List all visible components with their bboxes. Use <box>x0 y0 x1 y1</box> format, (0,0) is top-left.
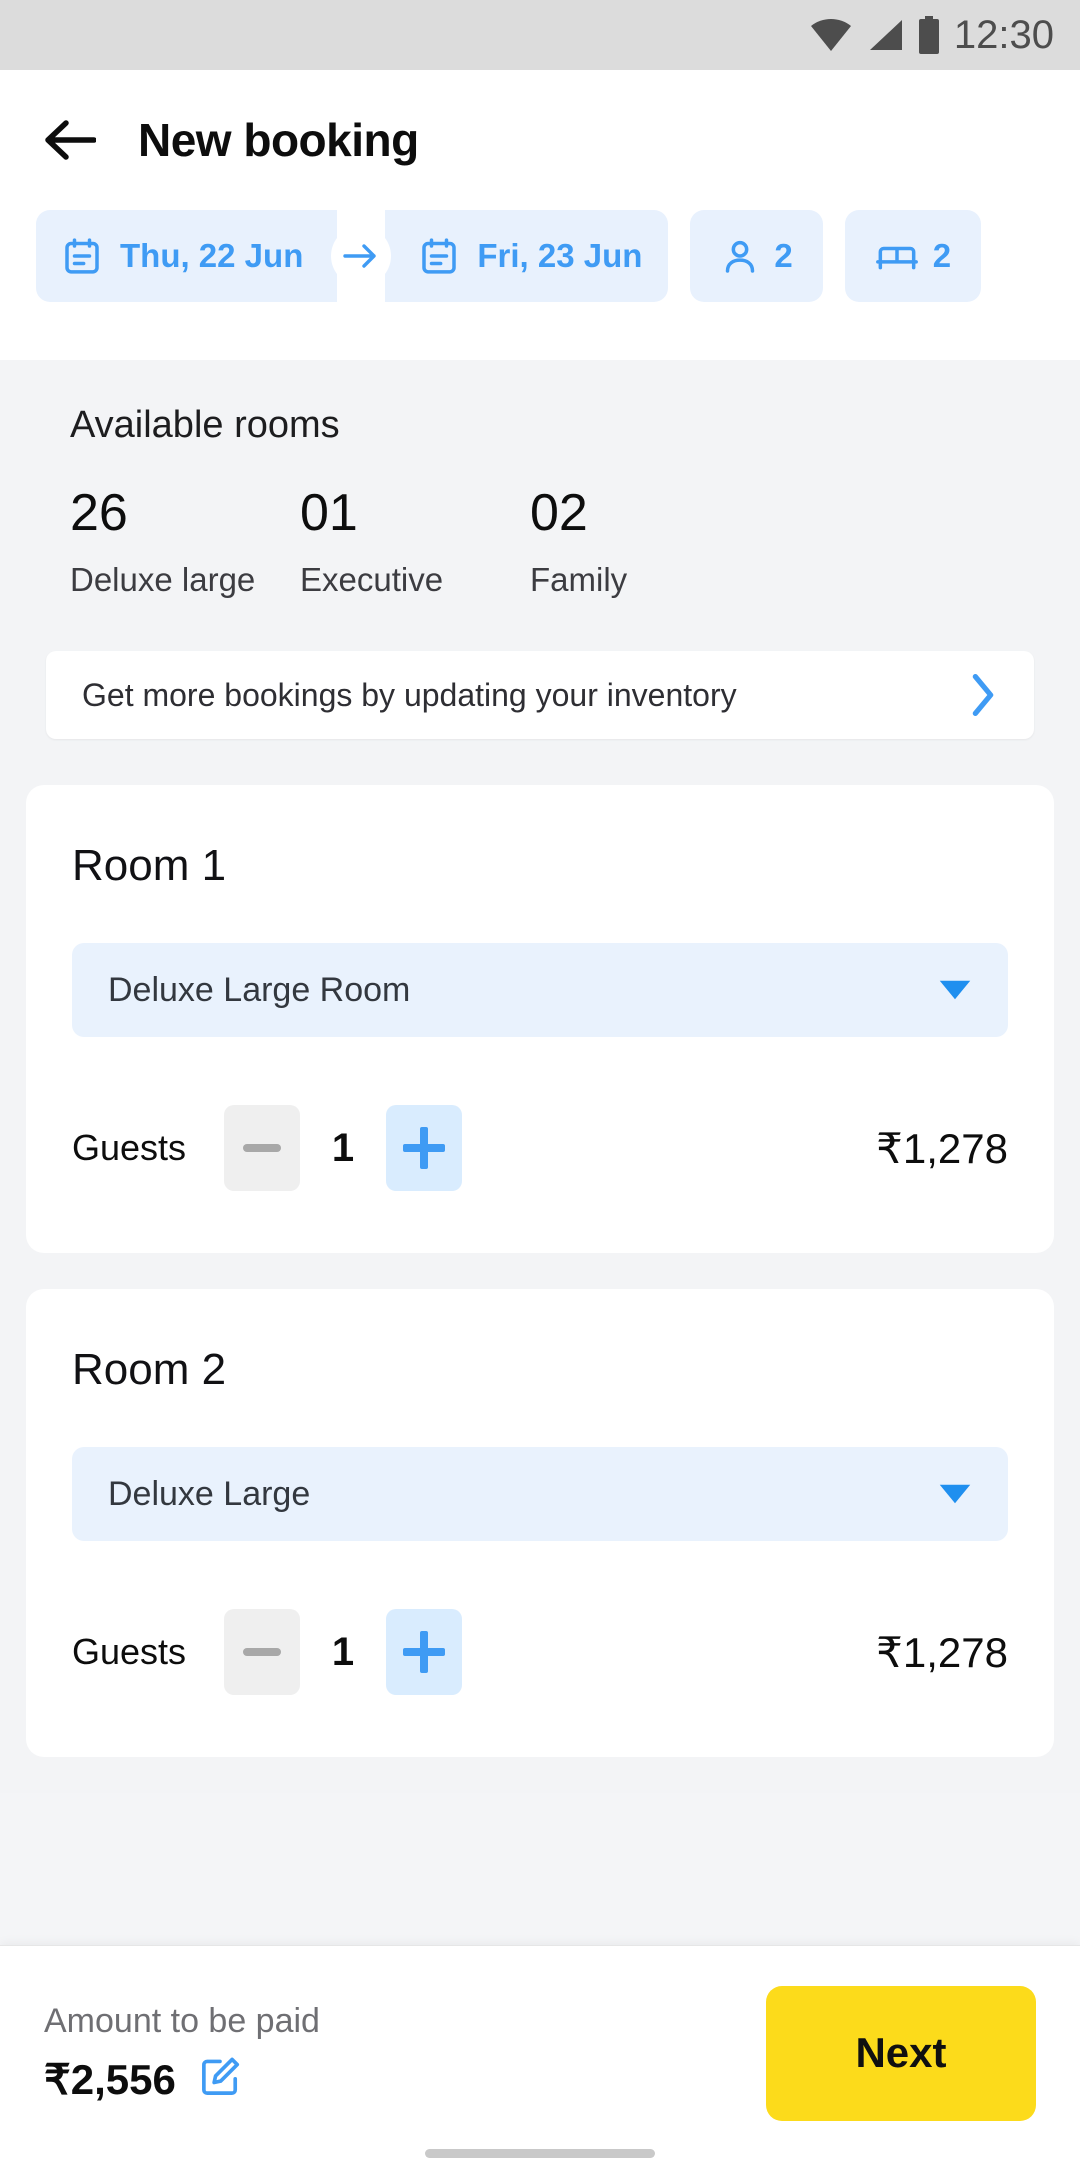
status-bar-clock: 12:30 <box>953 12 1054 57</box>
back-button[interactable] <box>42 112 98 168</box>
room-type-value: Deluxe Large <box>108 1474 311 1513</box>
stat-item: 01 Executive <box>300 487 530 599</box>
edit-pencil-icon <box>201 2057 239 2095</box>
stat-label: Family <box>530 561 628 598</box>
calendar-icon <box>422 238 457 274</box>
stat-item: 26 Deluxe large <box>70 487 300 599</box>
status-bar: 12:30 <box>0 0 1080 70</box>
page-title: New booking <box>138 114 419 166</box>
chevron-right-icon <box>972 673 994 717</box>
back-arrow-icon <box>45 120 96 160</box>
date-range-chip-group: Thu, 22 Jun Fri, 23 Jun <box>36 210 669 302</box>
person-icon <box>726 240 755 273</box>
guests-label: Guests <box>72 1631 187 1672</box>
guests-decrement-button[interactable] <box>224 1609 301 1695</box>
check-out-chip[interactable]: Fri, 23 Jun <box>385 210 669 302</box>
stat-count: 01 <box>300 484 358 542</box>
room-card-title: Room 1 <box>72 841 227 890</box>
guests-chip[interactable]: 2 <box>690 210 823 302</box>
room-card-title: Room 2 <box>72 1345 227 1394</box>
stat-label: Deluxe large <box>70 561 256 598</box>
caret-down-icon <box>939 1484 971 1504</box>
guests-stepper-row: Guests 1 ₹1,278 <box>72 1609 1008 1695</box>
check-out-date: Fri, 23 Jun <box>477 237 643 274</box>
guests-label: Guests <box>72 1127 187 1168</box>
guests-stepper-row: Guests 1 ₹1,278 <box>72 1105 1008 1191</box>
check-in-date: Thu, 22 Jun <box>120 237 304 274</box>
bed-icon <box>875 246 918 270</box>
battery-icon <box>918 16 940 54</box>
available-rooms-stats: 26 Deluxe large 01 Executive 02 Family <box>0 447 1080 599</box>
plus-icon <box>403 1631 446 1673</box>
arrow-right-icon <box>343 244 377 268</box>
guests-increment-button[interactable] <box>386 1609 463 1695</box>
stat-count: 26 <box>70 484 128 542</box>
amount-line: ₹2,556 <box>44 2055 320 2104</box>
wifi-icon <box>810 18 852 52</box>
amount-block: Amount to be paid ₹2,556 <box>44 2002 320 2104</box>
edit-amount-button[interactable] <box>198 2055 242 2104</box>
room-card: Room 1 Deluxe Large Room Guests 1 ₹1,278 <box>26 785 1054 1253</box>
stat-count: 02 <box>530 484 588 542</box>
minus-icon <box>243 1144 282 1152</box>
room-type-value: Deluxe Large Room <box>108 970 411 1009</box>
minus-icon <box>243 1648 282 1656</box>
app-bar: New booking <box>0 70 1080 210</box>
next-button[interactable]: Next <box>766 1985 1036 2121</box>
guests-value: 1 <box>331 1125 355 1170</box>
date-range-arrow <box>331 226 392 286</box>
stat-item: 02 Family <box>530 487 760 599</box>
app-screen: 12:30 New booking Thu, 22 Jun Fri, 23 Ju… <box>0 0 1080 2160</box>
update-inventory-text: Get more bookings by updating your inven… <box>82 676 737 713</box>
guests-decrement-button[interactable] <box>224 1105 301 1191</box>
available-rooms-title: Available rooms <box>70 404 340 446</box>
rooms-count: 2 <box>932 237 952 274</box>
rooms-chip[interactable]: 2 <box>844 210 982 302</box>
room-type-select[interactable]: Deluxe Large <box>72 1447 1008 1541</box>
amount-label: Amount to be paid <box>44 2002 320 2040</box>
filters-bar: Thu, 22 Jun Fri, 23 Jun 2 2 <box>0 210 1080 360</box>
stat-label: Executive <box>300 561 444 598</box>
navigation-hint <box>0 2146 1080 2160</box>
guests-value: 1 <box>331 1629 355 1674</box>
amount-value: ₹2,556 <box>44 2056 176 2103</box>
bottom-action-bar: Amount to be paid ₹2,556 Next <box>0 1945 1080 2160</box>
next-button-label: Next <box>855 2029 947 2076</box>
calendar-icon <box>65 238 99 274</box>
room-cards-list: Room 1 Deluxe Large Room Guests 1 ₹1,278… <box>0 739 1080 1793</box>
room-type-select[interactable]: Deluxe Large Room <box>72 943 1008 1037</box>
caret-down-icon <box>939 980 971 1000</box>
room-price: ₹1,278 <box>876 1628 1008 1676</box>
signal-icon <box>866 18 904 52</box>
check-in-chip[interactable]: Thu, 22 Jun <box>36 210 338 302</box>
room-price: ₹1,278 <box>876 1124 1008 1172</box>
guests-count: 2 <box>774 237 793 274</box>
available-rooms-section: Available rooms 26 Deluxe large 01 Execu… <box>0 360 1080 1793</box>
home-indicator <box>425 2148 655 2158</box>
guests-increment-button[interactable] <box>386 1105 463 1191</box>
update-inventory-banner[interactable]: Get more bookings by updating your inven… <box>46 651 1034 739</box>
room-card: Room 2 Deluxe Large Guests 1 ₹1,278 <box>26 1289 1054 1757</box>
plus-icon <box>403 1127 446 1169</box>
